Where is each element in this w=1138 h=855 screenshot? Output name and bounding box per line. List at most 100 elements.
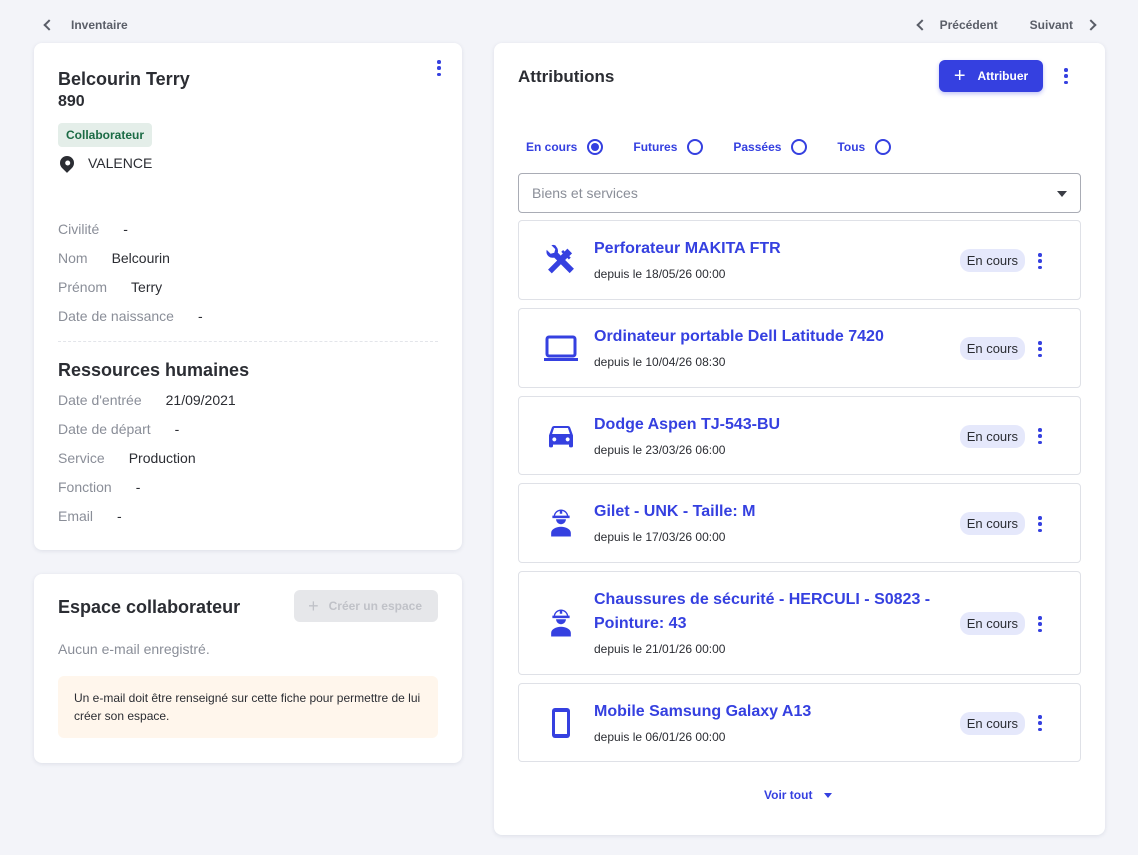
car-icon	[543, 418, 579, 454]
back-label: Inventaire	[71, 18, 128, 32]
item-title[interactable]: Chaussures de sécurité - HERCULI - S0823…	[594, 588, 944, 636]
item-since: depuis le 10/04/26 08:30	[594, 355, 726, 369]
person-card: Belcourin Terry 890 Collaborateur VALENC…	[34, 43, 462, 550]
item-menu-icon[interactable]	[1038, 253, 1042, 269]
field-value: 21/09/2021	[165, 392, 236, 408]
person-id: 890	[58, 93, 85, 110]
attribution-item[interactable]: Dodge Aspen TJ-543-BU depuis le 23/03/26…	[518, 396, 1081, 475]
espace-title: Espace collaborateur	[58, 597, 241, 617]
item-since: depuis le 18/05/26 00:00	[594, 267, 726, 281]
filter-tous[interactable]: Tous	[837, 139, 892, 155]
item-menu-icon[interactable]	[1038, 516, 1042, 532]
back-to-inventory[interactable]: Inventaire	[42, 18, 128, 32]
field-value: Production	[128, 450, 196, 466]
location-label: VALENCE	[88, 155, 153, 171]
radio-icon[interactable]	[875, 139, 892, 155]
field-value: -	[174, 421, 180, 437]
warning-message: Un e-mail doit être renseigné sur cette …	[58, 676, 438, 738]
field-label: Email	[58, 508, 94, 524]
previous-button[interactable]: Précédent	[915, 18, 998, 32]
phone-icon	[543, 705, 579, 741]
status-badge: En cours	[959, 425, 1025, 448]
see-all-button[interactable]: Voir tout	[764, 788, 833, 802]
assign-label: Attribuer	[977, 69, 1029, 83]
caret-down-icon	[1057, 191, 1067, 197]
field-date-entree: Date d'entrée 21/09/2021	[58, 392, 236, 408]
chevron-left-icon	[43, 19, 55, 31]
field-value: -	[123, 221, 128, 237]
attribution-item[interactable]: Ordinateur portable Dell Latitude 7420 d…	[518, 308, 1081, 388]
create-space-button[interactable]: + Créer un espace	[294, 590, 438, 622]
item-menu-icon[interactable]	[1038, 715, 1042, 731]
item-menu-icon[interactable]	[1038, 341, 1042, 357]
caret-down-icon	[824, 792, 833, 798]
field-service: Service Production	[58, 450, 196, 466]
item-since: depuis le 17/03/26 00:00	[594, 530, 726, 544]
field-civilite: Civilité -	[58, 221, 128, 237]
field-value: -	[117, 508, 122, 524]
attribution-item[interactable]: Chaussures de sécurité - HERCULI - S0823…	[518, 571, 1081, 675]
chevron-left-icon	[915, 19, 928, 31]
filter-label: Passées	[733, 140, 782, 154]
radio-icon[interactable]	[687, 139, 704, 155]
status-badge: En cours	[959, 612, 1025, 635]
next-label: Suivant	[1029, 18, 1073, 32]
laptop-icon	[543, 330, 579, 366]
assign-button[interactable]: + Attribuer	[939, 60, 1043, 92]
field-value: Terry	[131, 279, 163, 295]
plus-icon: +	[308, 596, 319, 616]
select-placeholder: Biens et services	[532, 185, 638, 201]
item-title[interactable]: Mobile Samsung Galaxy A13	[594, 700, 811, 724]
filter-futures[interactable]: Futures	[633, 139, 704, 155]
item-menu-icon[interactable]	[1038, 616, 1042, 632]
divider	[58, 341, 438, 342]
field-label: Date de naissance	[58, 308, 174, 324]
field-label: Nom	[58, 250, 88, 266]
field-value: -	[135, 479, 141, 495]
filter-en-cours[interactable]: En cours	[526, 139, 604, 155]
attribution-item[interactable]: Mobile Samsung Galaxy A13 depuis le 06/0…	[518, 683, 1081, 762]
status-badge: En cours	[959, 512, 1025, 535]
status-badge: En cours	[959, 249, 1025, 272]
radio-selected-icon[interactable]	[587, 139, 604, 155]
item-title[interactable]: Perforateur MAKITA FTR	[594, 237, 781, 261]
attributions-card: Attributions + Attribuer En cours Future…	[494, 43, 1105, 835]
attribution-item[interactable]: Gilet - UNK - Taille: M depuis le 17/03/…	[518, 483, 1081, 563]
filter-label: Tous	[837, 140, 866, 154]
location-pin-icon	[57, 153, 77, 173]
chevron-right-icon	[1085, 19, 1097, 31]
hr-section-title: Ressources humaines	[58, 360, 250, 380]
item-title[interactable]: Gilet - UNK - Taille: M	[594, 500, 755, 524]
attribution-item[interactable]: Perforateur MAKITA FTR depuis le 18/05/2…	[518, 220, 1081, 300]
radio-icon[interactable]	[791, 139, 808, 155]
espace-card: Espace collaborateur + Créer un espace A…	[34, 574, 462, 763]
field-label: Date d'entrée	[58, 392, 142, 408]
field-label: Prénom	[58, 279, 108, 295]
field-label: Service	[58, 450, 105, 466]
next-button[interactable]: Suivant	[1030, 18, 1098, 32]
item-menu-icon[interactable]	[1038, 428, 1042, 444]
goods-services-select[interactable]: Biens et services	[518, 173, 1081, 213]
worker-icon	[543, 505, 579, 541]
attributions-menu-icon[interactable]	[1064, 68, 1068, 84]
attributions-title: Attributions	[518, 67, 615, 86]
item-since: depuis le 23/03/26 06:00	[594, 443, 726, 457]
item-title[interactable]: Ordinateur portable Dell Latitude 7420	[594, 325, 884, 349]
see-all-label: Voir tout	[764, 788, 813, 802]
person-menu-icon[interactable]	[437, 60, 441, 76]
status-badge: En cours	[959, 337, 1025, 360]
item-title[interactable]: Dodge Aspen TJ-543-BU	[594, 413, 780, 437]
field-label: Fonction	[58, 479, 112, 495]
filter-passees[interactable]: Passées	[733, 139, 808, 155]
field-date-naissance: Date de naissance -	[58, 308, 203, 324]
role-badge: Collaborateur	[58, 123, 153, 147]
worker-icon	[543, 605, 579, 641]
field-nom: Nom Belcourin	[58, 250, 170, 266]
field-date-depart: Date de départ -	[58, 421, 179, 437]
field-label: Date de départ	[58, 421, 151, 437]
create-space-label: Créer un espace	[328, 599, 422, 613]
tools-icon	[543, 242, 579, 278]
status-badge: En cours	[959, 712, 1025, 735]
location: VALENCE	[57, 153, 153, 173]
field-email: Email -	[58, 508, 122, 524]
